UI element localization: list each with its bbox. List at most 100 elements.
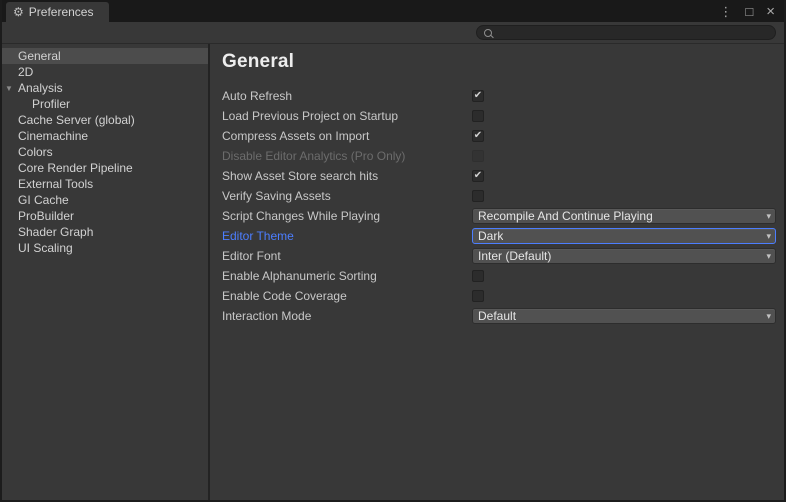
checkbox-compress-assets-on-import[interactable]: ✔ (472, 130, 484, 142)
chevron-down-icon: ▾ (766, 232, 771, 241)
sidebar-item-label: Core Render Pipeline (18, 161, 133, 175)
sidebar-item-external-tools[interactable]: External Tools (2, 176, 208, 192)
checkbox-show-asset-store-search-hits[interactable]: ✔ (472, 170, 484, 182)
setting-label: Verify Saving Assets (222, 189, 472, 203)
sidebar-item-label: ProBuilder (18, 209, 74, 223)
sidebar-item-2d[interactable]: 2D (2, 64, 208, 80)
setting-control: Inter (Default) ▾ (472, 248, 776, 264)
checkbox-verify-saving-assets[interactable] (472, 190, 484, 202)
foldout-triangle-icon[interactable]: ▼ (5, 81, 13, 97)
sidebar-item-cache-server-global[interactable]: Cache Server (global) (2, 112, 208, 128)
search-field[interactable] (476, 25, 776, 40)
sidebar-item-colors[interactable]: Colors (2, 144, 208, 160)
sidebar-item-cinemachine[interactable]: Cinemachine (2, 128, 208, 144)
checkbox-disable-editor-analytics-pro-only (472, 150, 484, 162)
setting-control: Dark ▾ (472, 228, 776, 244)
setting-label: Enable Alphanumeric Sorting (222, 269, 472, 283)
checkmark-icon: ✔ (474, 91, 482, 101)
sidebar-item-label: Cache Server (global) (18, 113, 135, 127)
titlebar: ⚙ Preferences ⋮ □ × (2, 0, 784, 22)
setting-row-compress-assets-on-import: Compress Assets on Import✔ (222, 126, 776, 146)
setting-control: ✔ (472, 130, 776, 142)
checkbox-auto-refresh[interactable]: ✔ (472, 90, 484, 102)
setting-row-disable-editor-analytics-pro-only: Disable Editor Analytics (Pro Only) (222, 146, 776, 166)
dropdown-interaction-mode[interactable]: Default ▾ (472, 308, 776, 324)
chevron-down-icon: ▾ (766, 312, 771, 321)
setting-row-enable-code-coverage: Enable Code Coverage (222, 286, 776, 306)
chevron-down-icon: ▾ (766, 212, 771, 221)
window-tab-preferences[interactable]: ⚙ Preferences (6, 2, 109, 22)
sidebar-item-probuilder[interactable]: ProBuilder (2, 208, 208, 224)
setting-label: Script Changes While Playing (222, 209, 472, 223)
checkmark-icon: ✔ (474, 171, 482, 181)
chevron-down-icon: ▾ (766, 252, 771, 261)
checkbox-enable-code-coverage[interactable] (472, 290, 484, 302)
main-panel: General Auto Refresh✔Load Previous Proje… (210, 44, 784, 500)
sidebar-item-label: Colors (18, 145, 53, 159)
setting-row-verify-saving-assets: Verify Saving Assets (222, 186, 776, 206)
sidebar-item-shader-graph[interactable]: Shader Graph (2, 224, 208, 240)
setting-row-enable-alphanumeric-sorting: Enable Alphanumeric Sorting (222, 266, 776, 286)
setting-control: ✔ (472, 170, 776, 182)
setting-control (472, 190, 776, 202)
setting-label: Interaction Mode (222, 309, 472, 323)
dropdown-value: Dark (478, 229, 503, 243)
checkmark-icon: ✔ (474, 131, 482, 141)
maximize-icon[interactable]: □ (745, 5, 753, 18)
setting-control: ✔ (472, 90, 776, 102)
setting-row-interaction-mode: Interaction Mode Default ▾ (222, 306, 776, 326)
setting-label: Disable Editor Analytics (Pro Only) (222, 149, 472, 163)
close-icon[interactable]: × (766, 4, 775, 19)
toolbar (2, 22, 784, 44)
sidebar-item-label: 2D (18, 65, 33, 79)
dropdown-value: Default (478, 309, 516, 323)
setting-label: Show Asset Store search hits (222, 169, 472, 183)
window-title: Preferences (29, 5, 94, 19)
sidebar-item-core-render-pipeline[interactable]: Core Render Pipeline (2, 160, 208, 176)
sidebar-item-label: GI Cache (18, 193, 69, 207)
sidebar-item-label: Shader Graph (18, 225, 93, 239)
sidebar-item-label: General (18, 49, 61, 63)
setting-control: Recompile And Continue Playing ▾ (472, 208, 776, 224)
dropdown-value: Inter (Default) (478, 249, 551, 263)
setting-label: Auto Refresh (222, 89, 472, 103)
setting-control (472, 150, 776, 162)
sidebar-item-analysis[interactable]: ▼ Analysis (2, 80, 208, 96)
dropdown-script-changes-while-playing[interactable]: Recompile And Continue Playing ▾ (472, 208, 776, 224)
sidebar-item-label: Cinemachine (18, 129, 88, 143)
setting-control (472, 270, 776, 282)
sidebar-item-general[interactable]: General (2, 48, 208, 64)
sidebar-item-profiler[interactable]: Profiler (2, 96, 208, 112)
sidebar-item-label: External Tools (18, 177, 93, 191)
preferences-window: ⚙ Preferences ⋮ □ × General 2D ▼ Analysis Pr… (0, 0, 786, 502)
setting-label: Compress Assets on Import (222, 129, 472, 143)
sidebar-item-gi-cache[interactable]: GI Cache (2, 192, 208, 208)
dropdown-editor-font[interactable]: Inter (Default) ▾ (472, 248, 776, 264)
setting-label: Enable Code Coverage (222, 289, 472, 303)
setting-row-show-asset-store-search-hits: Show Asset Store search hits✔ (222, 166, 776, 186)
setting-row-auto-refresh: Auto Refresh✔ (222, 86, 776, 106)
search-icon (484, 28, 494, 38)
setting-control (472, 290, 776, 302)
setting-label: Editor Font (222, 249, 472, 263)
setting-control: Default ▾ (472, 308, 776, 324)
search-input[interactable] (499, 27, 768, 39)
dropdown-value: Recompile And Continue Playing (478, 209, 653, 223)
sidebar-item-label: Profiler (32, 97, 70, 111)
menu-icon[interactable]: ⋮ (719, 5, 732, 18)
setting-label: Load Previous Project on Startup (222, 109, 472, 123)
setting-row-load-previous-project-on-startup: Load Previous Project on Startup (222, 106, 776, 126)
settings-list: Auto Refresh✔Load Previous Project on St… (222, 86, 776, 326)
sidebar-item-label: UI Scaling (18, 241, 73, 255)
setting-label: Editor Theme (222, 229, 472, 243)
checkbox-load-previous-project-on-startup[interactable] (472, 110, 484, 122)
sidebar-item-label: Analysis (18, 81, 63, 95)
setting-row-script-changes-while-playing: Script Changes While PlayingRecompile An… (222, 206, 776, 226)
gear-icon: ⚙ (13, 6, 24, 18)
setting-control (472, 110, 776, 122)
titlebar-controls: ⋮ □ × (719, 4, 784, 19)
dropdown-editor-theme[interactable]: Dark ▾ (472, 228, 776, 244)
checkbox-enable-alphanumeric-sorting[interactable] (472, 270, 484, 282)
sidebar: General 2D ▼ Analysis Profiler Cache Server (… (2, 44, 208, 500)
sidebar-item-ui-scaling[interactable]: UI Scaling (2, 240, 208, 256)
